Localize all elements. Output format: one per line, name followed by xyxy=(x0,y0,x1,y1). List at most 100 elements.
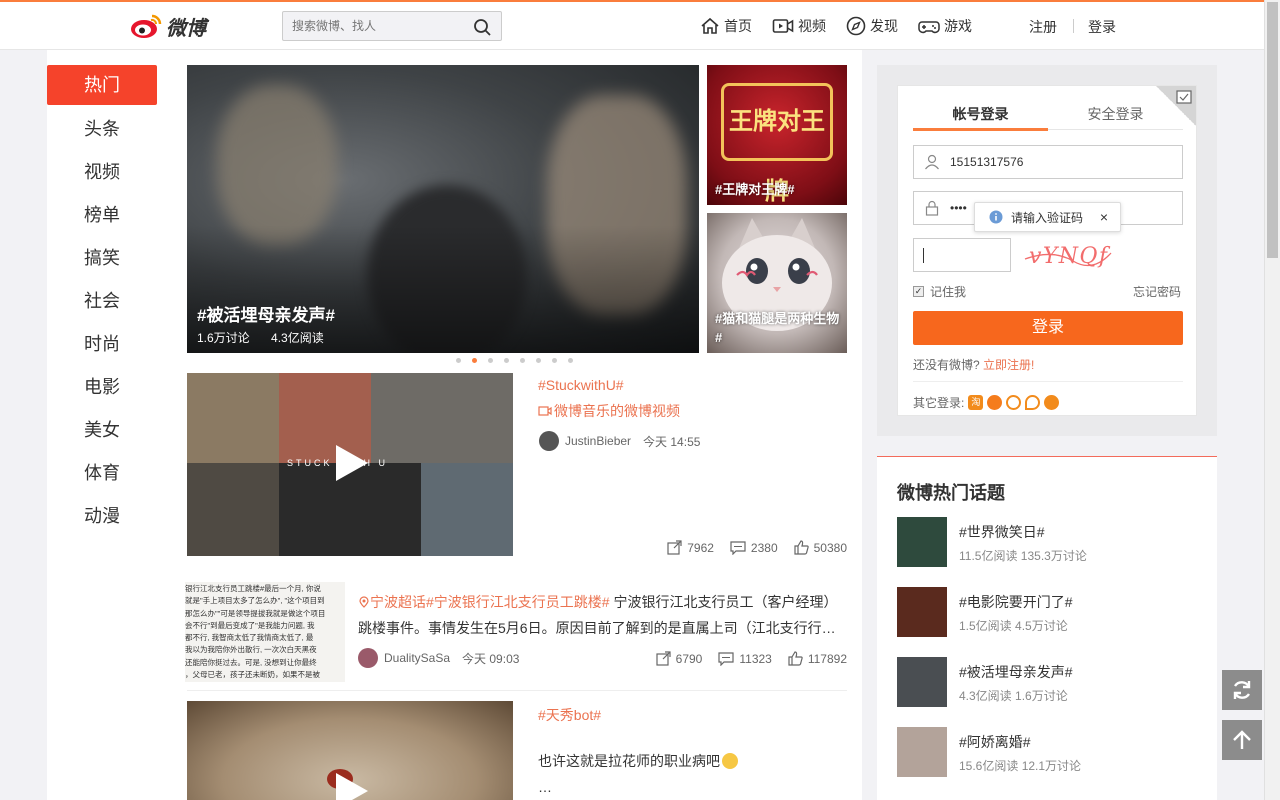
post-hashtag[interactable]: #宁波银行江北支行员工跳楼# xyxy=(426,594,610,610)
avatar[interactable] xyxy=(539,431,559,451)
avatar[interactable] xyxy=(358,648,378,668)
lock-icon xyxy=(925,200,939,216)
captcha-input[interactable] xyxy=(913,238,1011,272)
repost-button[interactable]: 7962 xyxy=(667,540,714,555)
carousel-dot[interactable] xyxy=(552,358,557,363)
carousel-dot[interactable] xyxy=(504,358,509,363)
sidebar-item-video[interactable]: 视频 xyxy=(47,151,157,194)
hero-title[interactable]: #被活埋母亲发声# xyxy=(197,301,335,326)
sidebar-item-movies[interactable]: 电影 xyxy=(47,366,157,409)
topic-name[interactable]: #电影院要开门了# xyxy=(959,592,1073,612)
like-button[interactable]: 117892 xyxy=(788,651,847,666)
supertopic-link[interactable]: 宁波超话 xyxy=(370,594,426,610)
topic-name[interactable]: #阿娇离婚# xyxy=(959,732,1031,752)
sidebar-item-rankings[interactable]: 榜单 xyxy=(47,194,157,237)
tab-account-login[interactable]: 帐号登录 xyxy=(913,104,1048,124)
author-name[interactable]: JustinBieber xyxy=(565,434,631,448)
topic-thumbnail[interactable] xyxy=(897,727,947,777)
post-text-line: 跳楼事件。事情发生在5月6日。原因目前了解到的是直属上司（江北支行行… xyxy=(358,620,836,636)
thumb-text-line: 还能陪你挺过去。可是, 没想到让你最终 xyxy=(185,657,317,667)
post-hashtag[interactable]: #StuckwithU# xyxy=(538,377,624,393)
topic-name[interactable]: #被活埋母亲发声# xyxy=(959,662,1073,682)
topic-thumbnail[interactable] xyxy=(897,517,947,567)
refresh-button[interactable] xyxy=(1222,670,1262,710)
play-icon[interactable] xyxy=(328,441,372,485)
hero-banner[interactable]: #被活埋母亲发声# 1.6万讨论 4.3亿阅读 xyxy=(187,65,699,353)
carousel-dot[interactable] xyxy=(488,358,493,363)
sidebar-item-anime[interactable]: 动漫 xyxy=(47,495,157,538)
search-icon[interactable] xyxy=(473,18,491,36)
hot-topic-item[interactable]: #世界微笑日# 11.5亿阅读 135.3万讨论 xyxy=(897,517,1197,567)
nav-discover[interactable]: 发现 xyxy=(846,16,898,36)
other-login-label: 其它登录: xyxy=(913,396,965,410)
sidebar-item-headlines[interactable]: 头条 xyxy=(47,108,157,151)
collage-tile xyxy=(187,373,279,463)
back-to-top-button[interactable] xyxy=(1222,720,1262,760)
video-thumbnail[interactable] xyxy=(187,701,513,800)
comment-button[interactable]: 11323 xyxy=(718,651,772,666)
topic-thumbnail[interactable] xyxy=(897,587,947,637)
carousel-dot-active[interactable] xyxy=(472,358,477,363)
register-now-link[interactable]: 立即注册! xyxy=(983,358,1034,372)
forgot-password-link[interactable]: 忘记密码 xyxy=(1133,283,1181,300)
comment-button[interactable]: 2380 xyxy=(730,540,778,555)
hero-reads: 4.3亿阅读 xyxy=(271,331,324,345)
login-link[interactable]: 登录 xyxy=(1088,17,1116,37)
tab-secure-login[interactable]: 安全登录 xyxy=(1048,104,1183,124)
side-banner-ace[interactable]: 王牌对王牌 #王牌对王牌# xyxy=(707,65,847,205)
remember-checkbox[interactable]: ✓ xyxy=(913,286,924,297)
username-field[interactable]: 15151317576 xyxy=(913,145,1183,179)
scrollbar-thumb[interactable] xyxy=(1267,2,1278,258)
taobao-icon[interactable]: 淘 xyxy=(968,395,984,410)
qq-icon[interactable] xyxy=(987,395,1003,410)
sidebar-item-fashion[interactable]: 时尚 xyxy=(47,323,157,366)
location-pin-icon xyxy=(359,596,369,608)
text-image-thumbnail[interactable]: 银行江北支行员工跳楼#最后一个月, 你说 就是"手上项目太多了怎么办", "这个… xyxy=(185,582,345,682)
carousel-dot[interactable] xyxy=(520,358,525,363)
comment-icon xyxy=(718,652,734,666)
carousel-dot[interactable] xyxy=(568,358,573,363)
author-name[interactable]: DualitySaSa xyxy=(384,651,450,665)
video-thumbnail[interactable]: STUCK WITH U xyxy=(187,373,513,556)
hot-topic-item[interactable]: #阿娇离婚# 15.6亿阅读 12.1万讨论 xyxy=(897,727,1197,777)
nav-video[interactable]: 视频 xyxy=(772,16,826,36)
sidebar-item-hot[interactable]: 热门 xyxy=(47,65,157,105)
carousel-dot[interactable] xyxy=(536,358,541,363)
search-box[interactable] xyxy=(282,11,502,41)
tianyi-icon[interactable] xyxy=(1006,395,1022,410)
sidebar-item-sports[interactable]: 体育 xyxy=(47,452,157,495)
search-input[interactable] xyxy=(283,12,463,40)
topic-thumbnail[interactable] xyxy=(897,657,947,707)
thumbs-up-icon xyxy=(788,651,803,666)
login-button[interactable]: 登录 xyxy=(913,311,1183,345)
thumb-text-line: 银行江北支行员工跳楼#最后一个月, 你说 xyxy=(185,584,321,593)
like-button[interactable]: 50380 xyxy=(794,540,847,555)
weibo-logo[interactable]: 微博 xyxy=(130,12,206,40)
hot-topic-item[interactable]: #被活埋母亲发声# 4.3亿阅读 1.6万讨论 xyxy=(897,657,1197,707)
play-icon[interactable] xyxy=(328,769,372,800)
nav-home[interactable]: 首页 xyxy=(700,16,752,36)
remember-me[interactable]: ✓ 记住我 xyxy=(913,283,966,300)
sidebar-item-society[interactable]: 社会 xyxy=(47,280,157,323)
close-icon[interactable]: × xyxy=(1100,209,1108,225)
register-link[interactable]: 注册 xyxy=(1029,17,1057,37)
thumb-text-line: 那怎么办""可是领导提拔我就是做这个项目 xyxy=(185,608,326,618)
hot-topic-item[interactable]: #电影院要开门了# 1.5亿阅读 4.5万讨论 xyxy=(897,587,1197,637)
post-source-link[interactable]: 微博音乐的微博视频 xyxy=(538,401,680,421)
feed-divider xyxy=(187,690,847,691)
topic-name[interactable]: #世界微笑日# xyxy=(959,522,1045,542)
china-mobile-icon[interactable] xyxy=(1044,395,1060,410)
like-count: 50380 xyxy=(813,540,847,555)
page-scrollbar[interactable] xyxy=(1264,0,1280,800)
sidebar-item-beauty[interactable]: 美女 xyxy=(47,409,157,452)
emoji-icon xyxy=(722,753,738,769)
captcha-text: vYNQf xyxy=(1029,244,1111,269)
carousel-dot[interactable] xyxy=(456,358,461,363)
360-icon[interactable] xyxy=(1025,395,1041,410)
post-hashtag[interactable]: #天秀bot# xyxy=(538,705,601,725)
sidebar-item-funny[interactable]: 搞笑 xyxy=(47,237,157,280)
side-banner-cat[interactable]: #猫和猫腿是两种生物# xyxy=(707,213,847,353)
repost-button[interactable]: 6790 xyxy=(656,651,702,666)
captcha-image[interactable]: vYNQf xyxy=(1023,239,1113,273)
nav-games[interactable]: 游戏 xyxy=(918,16,972,36)
